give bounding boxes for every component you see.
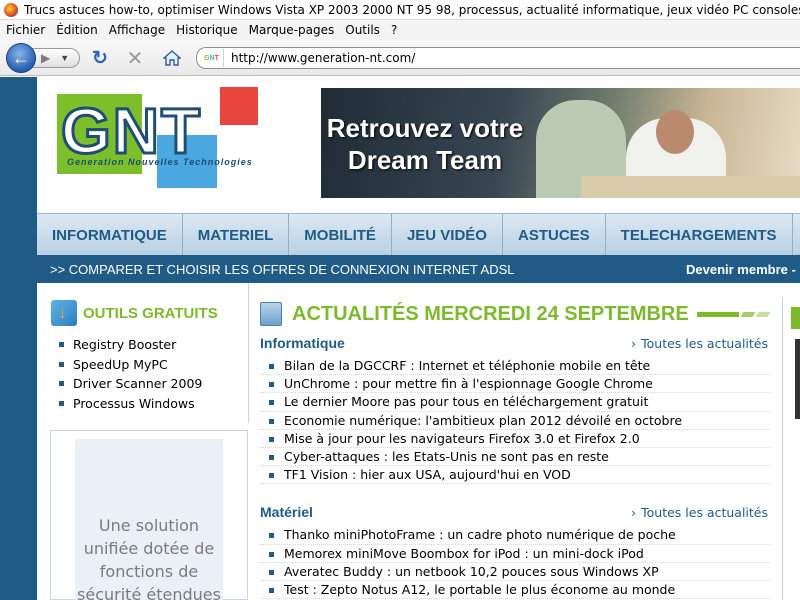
nav-telechargements[interactable]: TELECHARGEMENTS (606, 214, 793, 256)
news-item[interactable]: TF1 Vision : hier aux USA, aujourd'hui e… (260, 466, 770, 485)
become-member-link[interactable]: Devenir membre - (686, 262, 796, 277)
free-tools-header: OUTILS GRATUITS (51, 297, 249, 329)
logo-tagline: Generation Nouvelles Technologies (67, 157, 253, 167)
heading-stripe (696, 311, 739, 317)
back-button[interactable]: ← (6, 43, 36, 73)
banner-table (581, 176, 800, 198)
home-button[interactable] (162, 48, 182, 68)
site-identity-icon[interactable]: GNT (200, 49, 224, 67)
menu-help[interactable]: ? (391, 23, 397, 37)
nav-informatique[interactable]: INFORMATIQUE (37, 214, 183, 256)
sub-navigation-bar: >> COMPARER ET CHOISIR LES OFFRES DE CON… (37, 255, 800, 283)
stop-icon: ✕ (126, 47, 144, 70)
news-item[interactable]: Cyber-attaques : les Etats-Unis ne sont … (260, 448, 770, 467)
free-tools-list: Registry Booster SpeedUp MyPC Driver Sca… (51, 335, 249, 413)
news-column: ACTUALITÉS MERCREDI 24 SEPTEMBRE Informa… (260, 297, 771, 600)
news-item[interactable]: Mise à jour pour les navigateurs Firefox… (260, 430, 770, 448)
news-item[interactable]: Economie numérique: l'ambitieux plan 201… (260, 412, 770, 430)
news-heading: ACTUALITÉS MERCREDI 24 SEPTEMBRE (292, 302, 689, 325)
security-ad[interactable]: Une solution unifiée dotée de fonctions … (50, 430, 248, 600)
tool-link[interactable]: Registry Booster (51, 335, 249, 355)
page-viewport: GNT Generation Nouvelles Technologies Re… (0, 77, 800, 600)
news-item[interactable]: Test : Zepto Notus A12, le portable le p… (260, 581, 770, 600)
home-icon (163, 50, 181, 66)
menu-bar: Fichier Édition Affichage Historique Mar… (0, 20, 800, 40)
free-tools-title: OUTILS GRATUITS (83, 304, 218, 322)
news-item[interactable]: Bilan de la DGCCRF : Internet et télépho… (260, 357, 770, 376)
news-section-materiel: Matériel Toutes les actualités Thanko mi… (260, 504, 770, 600)
url-text[interactable]: http://www.generation-nt.com/ (231, 51, 415, 65)
banner-line-2: Dream Team (347, 145, 503, 175)
nav-jeu-video[interactable]: JEU VIDÉO (392, 214, 503, 256)
column-divider (248, 283, 249, 423)
logo-red-square (220, 87, 258, 125)
news-section-informatique: Informatique Toutes les actualités Bilan… (260, 335, 770, 485)
banner-person-head (656, 110, 694, 154)
dream-team-banner[interactable]: Retrouvez votre Dream Team (321, 88, 800, 198)
news-item[interactable]: Memorex miniMove Boombox for iPod : un m… (260, 545, 770, 563)
menu-marque-pages[interactable]: Marque-pages (249, 23, 335, 37)
window-title: Trucs astuces how-to, optimiser Windows … (24, 2, 800, 17)
download-icon (51, 300, 77, 326)
section-header: Informatique Toutes les actualités (260, 335, 770, 355)
reload-button[interactable]: ↻ (90, 47, 110, 69)
section-category[interactable]: Matériel (260, 504, 313, 520)
security-ad-text[interactable]: Une solution unifiée dotée de fonctions … (75, 439, 223, 600)
news-item[interactable]: UnChrome : pour mettre fin à l'espionnag… (260, 375, 770, 394)
news-item[interactable]: Averatec Buddy : un netbook 10,2 pouces … (260, 563, 770, 581)
forward-arrow-icon: ▶ (41, 51, 51, 65)
back-arrow-icon: ← (12, 47, 30, 68)
page-content: GNT Generation Nouvelles Technologies Re… (37, 77, 800, 600)
news-item[interactable]: Le dernier Moore pas pour tous en téléch… (260, 393, 770, 412)
navigation-toolbar: ▶ ▼ ← ↻ ✕ GNT http://www.generation-nt.c… (0, 40, 800, 76)
tool-link[interactable]: SpeedUp MyPC (51, 355, 249, 375)
section-header: Matériel Toutes les actualités (260, 504, 770, 524)
tool-link[interactable]: Processus Windows (51, 394, 249, 414)
main-navigation: INFORMATIQUE MATERIEL MOBILITÉ JEU VIDÉO… (37, 213, 800, 256)
right-column-dark-block (795, 339, 800, 419)
logo-mark: GNT (59, 95, 203, 167)
menu-fichier[interactable]: Fichier (6, 23, 45, 37)
news-item[interactable]: Thanko miniPhotoFrame : un cadre photo n… (260, 526, 770, 545)
banner-line-1: Retrouvez votre (326, 113, 524, 143)
firefox-icon (4, 2, 18, 17)
tool-link[interactable]: Driver Scanner 2009 (51, 374, 249, 394)
all-news-link[interactable]: Toutes les actualités (631, 505, 768, 520)
menu-edition[interactable]: Édition (56, 23, 98, 37)
right-column-green-marker (791, 307, 800, 329)
heading-stripe (755, 311, 771, 317)
news-list: Thanko miniPhotoFrame : un cadre photo n… (260, 526, 770, 600)
menu-outils[interactable]: Outils (345, 23, 380, 37)
stop-button[interactable]: ✕ (125, 47, 145, 70)
heading-stripe (740, 311, 756, 317)
nav-mobilite[interactable]: MOBILITÉ (289, 214, 392, 256)
right-column-edge (782, 297, 800, 600)
window-titlebar: Trucs astuces how-to, optimiser Windows … (0, 0, 800, 20)
section-category[interactable]: Informatique (260, 335, 345, 351)
news-header: ACTUALITÉS MERCREDI 24 SEPTEMBRE (260, 297, 771, 331)
monitor-icon (260, 302, 282, 326)
all-news-link[interactable]: Toutes les actualités (631, 336, 768, 351)
free-tools-box: OUTILS GRATUITS Registry Booster SpeedUp… (51, 297, 249, 413)
news-list: Bilan de la DGCCRF : Internet et télépho… (260, 357, 770, 485)
reload-icon: ↻ (92, 47, 108, 69)
menu-affichage[interactable]: Affichage (109, 23, 165, 37)
banner-text: Retrouvez votre Dream Team (325, 112, 525, 176)
address-bar[interactable]: GNT http://www.generation-nt.com/ (196, 47, 800, 69)
adsl-compare-link[interactable]: >> COMPARER ET CHOISIR LES OFFRES DE CON… (50, 262, 514, 277)
history-dropdown-icon[interactable]: ▼ (60, 53, 69, 63)
nav-astuces[interactable]: ASTUCES (503, 214, 606, 256)
menu-historique[interactable]: Historique (176, 23, 238, 37)
nav-materiel[interactable]: MATERIEL (183, 214, 290, 256)
forward-button[interactable]: ▶ ▼ (30, 48, 80, 68)
gnt-logo[interactable]: GNT Generation Nouvelles Technologies (57, 87, 297, 192)
